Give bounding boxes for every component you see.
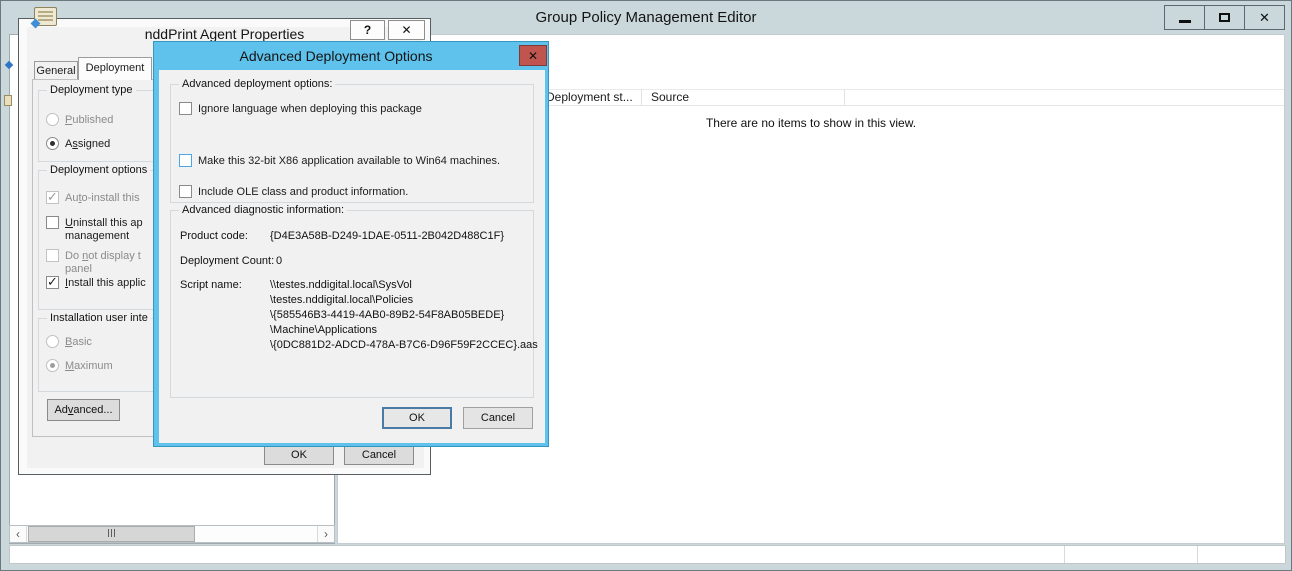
radio-dot [50,141,55,146]
deployment-options-group-label: Deployment options [47,164,150,176]
basic-radio [46,335,59,348]
close-icon: ✕ [528,49,538,63]
diagnostic-group-label: Advanced diagnostic information: [179,204,347,216]
make-32bit-available-label: Make this 32-bit X86 application availab… [198,155,500,167]
product-code-label: Product code: [180,230,248,242]
advanced-options-group-label: Advanced deployment options: [179,78,335,90]
script-line: \\testes.nddigital.local\SysVol [270,278,538,293]
do-not-display-checkbox [46,249,59,262]
minimize-button[interactable] [1165,6,1205,29]
uninstall-checkbox[interactable] [46,216,59,229]
properties-close-button[interactable]: ✕ [388,20,425,40]
scroll-right-icon: › [324,527,328,541]
uninstall-label-line2: management [65,230,129,242]
advanced-dialog: Advanced Deployment Options ✕ Advanced d… [153,41,549,447]
gpme-window: Group Policy Management Editor ✕ Deploym… [0,0,1292,571]
column-header-source[interactable]: Source [651,90,689,104]
minimize-icon [1179,20,1191,23]
script-line: \testes.nddigital.local\Policies [270,293,538,308]
maximum-label: Maximum [65,360,113,372]
tree-fragment-scroll-icon [4,95,12,106]
screen: Group Policy Management Editor ✕ Deploym… [0,0,1292,571]
do-not-display-label: Do not display t [65,250,141,262]
include-ole-checkbox[interactable] [179,185,192,198]
include-ole-label: Include OLE class and product informatio… [198,186,408,198]
scroll-left-icon: ‹ [16,527,20,541]
close-button[interactable]: ✕ [1245,6,1284,29]
column-divider[interactable] [844,89,845,106]
status-bar-divider [1064,546,1065,563]
advanced-ok-button[interactable]: OK [382,407,452,429]
tree-horizontal-scrollbar: ‹ › [9,525,335,543]
script-name-label: Script name: [180,279,242,291]
basic-label: Basic [65,336,92,348]
tab-deployment[interactable]: Deployment [78,57,152,80]
maximize-icon [1219,13,1230,22]
script-name-value: \\testes.nddigital.local\SysVol \testes.… [270,278,538,353]
product-code-value: {D4E3A58B-D249-1DAE-0511-2B042D488C1F} [270,230,504,242]
make-32bit-available-checkbox[interactable] [179,154,192,167]
auto-install-checkbox: ✓ [46,191,59,204]
deployment-type-group-label: Deployment type [47,84,136,96]
auto-install-label: Auto-install this [65,192,140,204]
script-line: \{0DC881D2-ADCD-478A-B7C6-D96F59F2CCEC}.… [270,338,538,353]
properties-cancel-button[interactable]: Cancel [344,445,414,465]
assigned-label: Assigned [65,138,110,150]
column-header-deployment-state[interactable]: Deployment st... [546,90,633,104]
scrollbar-track[interactable] [27,526,317,542]
assigned-radio[interactable] [46,137,59,150]
install-app-checkbox[interactable]: ✓ [46,276,59,289]
installation-ui-group-label: Installation user inte [47,312,151,324]
deployment-count-label: Deployment Count: [180,255,274,267]
help-icon: ? [364,23,371,37]
scroll-left-button[interactable]: ‹ [10,526,27,542]
caption-buttons: ✕ [1164,5,1285,30]
checkmark-icon: ✓ [47,189,58,205]
close-icon: ✕ [401,23,411,37]
advanced-close-button[interactable]: ✕ [519,45,547,66]
radio-dot [50,363,55,368]
gpme-window-icon [34,7,57,26]
deployment-count-value: 0 [276,255,282,267]
script-line: \{585546B3-4419-4AB0-89B2-54F8AB05BEDE} [270,308,538,323]
help-button[interactable]: ? [350,20,385,40]
maximize-button[interactable] [1205,6,1245,29]
advanced-button[interactable]: Advanced... [47,399,120,421]
tab-general[interactable]: General [34,61,78,80]
uninstall-label: Uninstall this ap [65,217,143,229]
ignore-language-label: Ignore language when deploying this pack… [198,103,422,115]
published-radio [46,113,59,126]
status-bar [9,545,1286,564]
checkmark-icon: ✓ [47,274,58,290]
scrollbar-thumb[interactable] [28,526,195,542]
properties-ok-button[interactable]: OK [264,445,334,465]
install-app-label: Install this applic [65,277,146,289]
script-line: \Machine\Applications [270,323,538,338]
do-not-display-label-line2: panel [65,263,92,275]
advanced-dialog-title: Advanced Deployment Options [154,48,518,64]
close-icon: ✕ [1259,11,1270,24]
column-divider[interactable] [641,89,642,106]
ignore-language-checkbox[interactable] [179,102,192,115]
maximum-radio [46,359,59,372]
scroll-right-button[interactable]: › [317,526,334,542]
scrollbar-grip-icon [107,528,116,540]
status-bar-divider [1197,546,1198,563]
advanced-cancel-button[interactable]: Cancel [463,407,533,429]
published-label: Published [65,114,113,126]
